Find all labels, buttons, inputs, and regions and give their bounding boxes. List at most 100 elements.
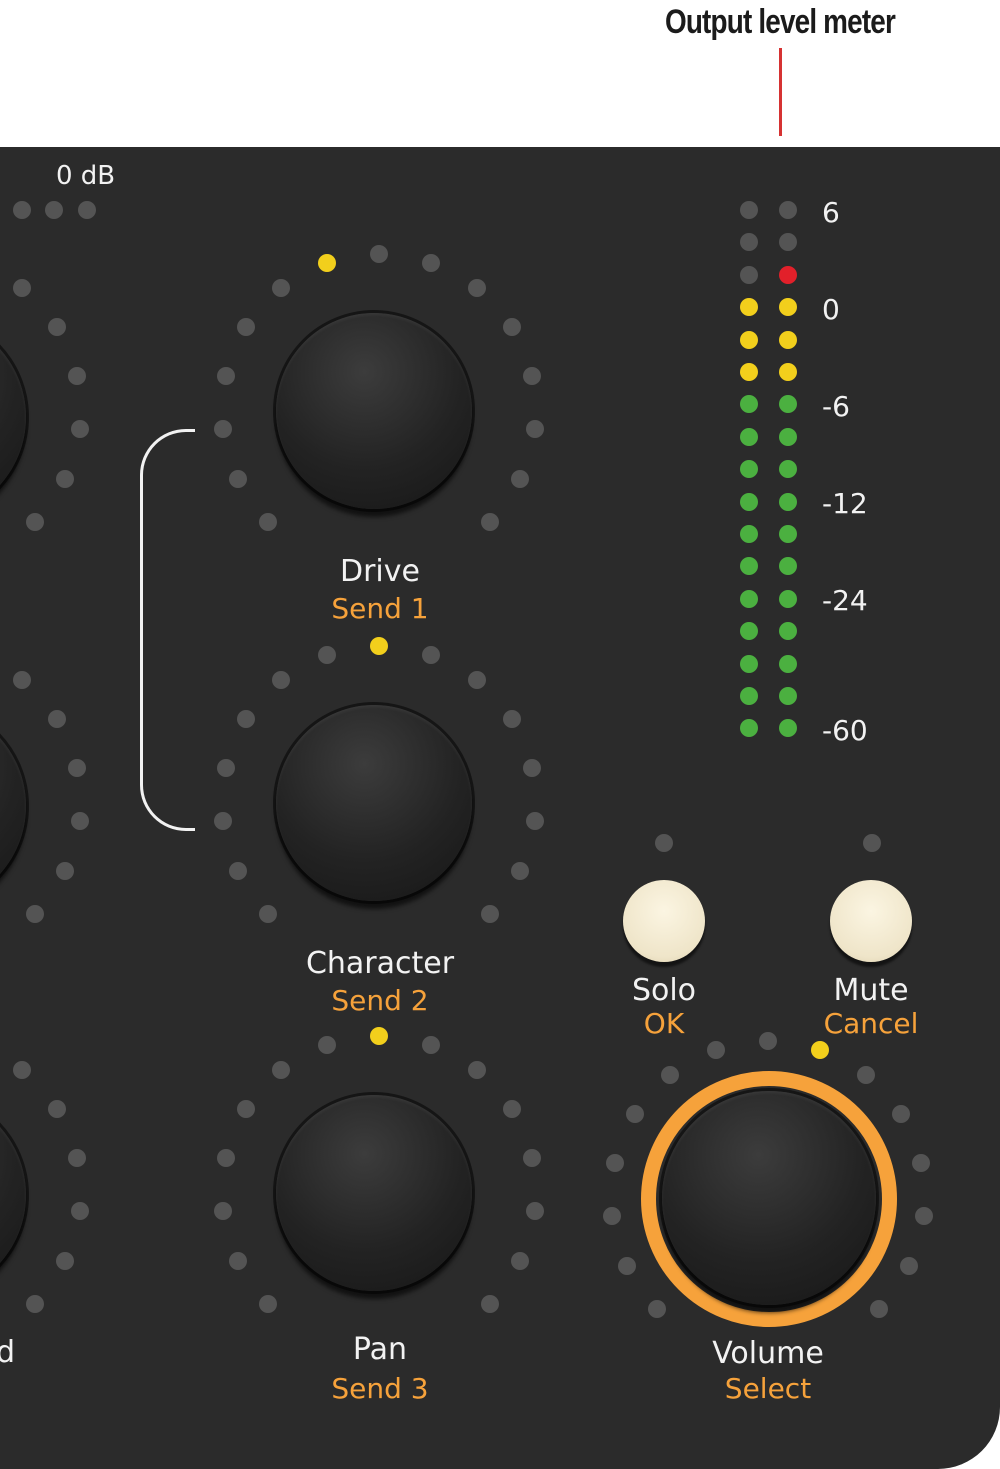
partial-knob-led bbox=[68, 367, 87, 386]
meter-led-r bbox=[779, 492, 797, 511]
volume-knob-led bbox=[870, 1300, 889, 1319]
pan-knob-led bbox=[421, 1035, 440, 1054]
pan-sub-label: Send 3 bbox=[331, 1372, 429, 1405]
pan-knob-led bbox=[370, 1027, 388, 1045]
meter-led-l bbox=[740, 654, 758, 673]
character-knob-led bbox=[216, 759, 235, 778]
volume-knob-led bbox=[759, 1032, 777, 1050]
pan-knob-led bbox=[258, 1295, 277, 1314]
volume-label: Volume bbox=[712, 1336, 824, 1371]
meter-led-r bbox=[779, 687, 797, 705]
partial-knob-led bbox=[68, 759, 87, 778]
volume-knob-led bbox=[912, 1154, 931, 1173]
drive-knob-led bbox=[272, 279, 291, 298]
meter-scale-minus-60: -60 bbox=[822, 714, 868, 747]
drive-knob-led bbox=[216, 367, 235, 386]
volume-knob-led bbox=[617, 1257, 636, 1276]
meter-led-l bbox=[740, 330, 758, 349]
drive-knob-led bbox=[318, 253, 337, 272]
partial-knob-led bbox=[12, 1061, 31, 1080]
drive-label: Drive bbox=[340, 554, 420, 589]
meter-led-r bbox=[779, 525, 797, 543]
pan-knob-led bbox=[237, 1100, 256, 1119]
drive-knob-led bbox=[213, 419, 232, 438]
meter-led-l bbox=[740, 492, 758, 511]
meter-led-r bbox=[779, 427, 797, 446]
drive-knob-led bbox=[370, 245, 388, 263]
partial-knob-1[interactable] bbox=[0, 315, 26, 519]
meter-led-l bbox=[740, 622, 758, 641]
pan-knob-led bbox=[511, 1252, 530, 1271]
pan-knob[interactable] bbox=[276, 1095, 472, 1291]
pan-knob-led bbox=[216, 1149, 235, 1168]
partial-knob-2[interactable] bbox=[0, 704, 26, 908]
volume-knob-led bbox=[605, 1154, 624, 1173]
character-knob-led bbox=[258, 905, 277, 924]
drive-knob-led bbox=[467, 279, 486, 298]
solo-button[interactable] bbox=[623, 880, 705, 962]
volume-knob[interactable] bbox=[662, 1091, 876, 1305]
volume-knob-led bbox=[891, 1105, 910, 1124]
partial-knob-led bbox=[56, 1252, 75, 1271]
partial-knob-led bbox=[26, 1295, 45, 1314]
meter-scale-minus-12: -12 bbox=[822, 487, 868, 520]
meter-led-r bbox=[779, 622, 797, 641]
meter-led-r bbox=[779, 201, 797, 219]
pan-knob-led bbox=[228, 1252, 247, 1271]
drive-knob-led bbox=[502, 318, 521, 337]
character-knob-led bbox=[511, 862, 530, 881]
volume-knob-led bbox=[626, 1105, 645, 1124]
meter-led-l bbox=[740, 265, 758, 284]
character-knob-led bbox=[237, 710, 256, 729]
meter-led-l bbox=[740, 460, 758, 479]
meter-led-l bbox=[740, 687, 758, 705]
partial-knob-led bbox=[47, 710, 66, 729]
meter-led-l bbox=[740, 395, 758, 414]
partial-knob-led bbox=[12, 279, 31, 298]
meter-led-r bbox=[779, 654, 797, 673]
meter-led-l bbox=[740, 525, 758, 543]
top-scale-label: 0 dB bbox=[56, 161, 116, 191]
meter-scale-minus-6: -6 bbox=[822, 390, 850, 423]
mute-button[interactable] bbox=[830, 880, 912, 962]
top-row-led bbox=[78, 201, 96, 219]
pan-label: Pan bbox=[352, 1332, 408, 1367]
meter-scale-6: 6 bbox=[822, 196, 840, 229]
volume-knob-led bbox=[915, 1206, 933, 1225]
volume-knob-led bbox=[661, 1066, 680, 1085]
pan-knob-led bbox=[526, 1201, 544, 1220]
character-knob-led bbox=[421, 645, 440, 664]
meter-led-r bbox=[779, 460, 797, 479]
drive-knob-led bbox=[481, 513, 500, 532]
mixer-panel: 0 dB d Drive Send 1 Character Send 2 Pan… bbox=[0, 147, 1000, 1469]
drive-knob-led bbox=[258, 513, 277, 532]
pan-knob-led bbox=[467, 1061, 486, 1080]
pan-knob-led bbox=[502, 1100, 521, 1119]
meter-led-r bbox=[779, 265, 797, 284]
meter-led-r bbox=[779, 298, 797, 317]
mute-label: Mute bbox=[833, 973, 909, 1008]
drive-sub-label: Send 1 bbox=[331, 592, 429, 625]
drive-knob-led bbox=[421, 253, 440, 272]
volume-knob-led bbox=[856, 1066, 875, 1085]
meter-led-r bbox=[779, 363, 797, 381]
meter-led-l bbox=[740, 557, 758, 576]
drive-knob-led bbox=[237, 318, 256, 337]
solo-led bbox=[655, 834, 673, 852]
partial-knob-3[interactable] bbox=[0, 1093, 26, 1297]
character-knob-led bbox=[502, 710, 521, 729]
character-knob-led bbox=[213, 811, 232, 830]
meter-led-r bbox=[779, 395, 797, 414]
partial-knob-led bbox=[47, 1100, 66, 1119]
callout-leader-line bbox=[779, 48, 782, 136]
meter-led-r bbox=[779, 233, 797, 252]
drive-knob-led bbox=[511, 470, 530, 489]
drive-knob[interactable] bbox=[276, 313, 472, 509]
send-bracket bbox=[140, 429, 195, 831]
character-knob[interactable] bbox=[276, 705, 472, 901]
character-knob-led bbox=[526, 811, 544, 830]
meter-led-r bbox=[779, 719, 797, 738]
output-level-meter-callout: Output level meter bbox=[664, 3, 896, 41]
meter-led-l bbox=[740, 427, 758, 446]
drive-knob-led bbox=[228, 470, 247, 489]
